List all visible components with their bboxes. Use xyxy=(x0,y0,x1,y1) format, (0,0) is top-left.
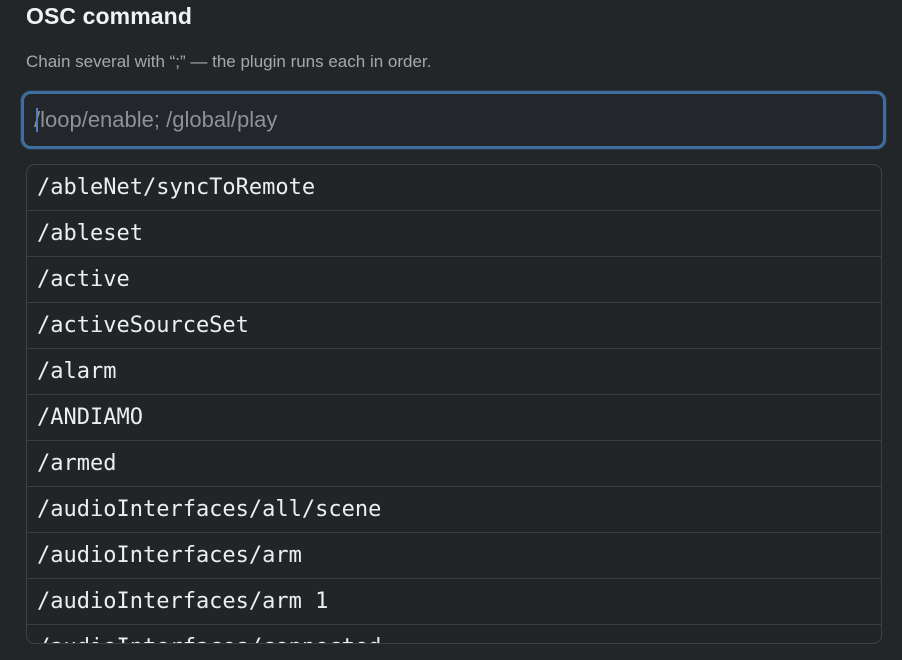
osc-suggestion-list[interactable]: /ableNet/syncToRemote /ableset /active /… xyxy=(26,164,882,644)
suggestion-item[interactable]: /ANDIAMO xyxy=(27,395,881,441)
suggestion-item[interactable]: /ableset xyxy=(27,211,881,257)
suggestion-item[interactable]: /armed xyxy=(27,441,881,487)
suggestion-item[interactable]: /audioInterfaces/arm xyxy=(27,533,881,579)
suggestion-item[interactable]: /ableNet/syncToRemote xyxy=(27,165,881,211)
section-hint: Chain several with “;” — the plugin runs… xyxy=(26,52,432,71)
suggestion-item[interactable]: /audioInterfaces/arm 1 xyxy=(27,579,881,625)
suggestion-item[interactable]: /activeSourceSet xyxy=(27,303,881,349)
suggestion-item[interactable]: /audioInterfaces/all/scene xyxy=(27,487,881,533)
suggestion-item[interactable]: /active xyxy=(27,257,881,303)
suggestion-item[interactable]: /alarm xyxy=(27,349,881,395)
suggestion-item[interactable]: /audioInterfaces/connected xyxy=(27,625,881,643)
osc-command-input[interactable] xyxy=(34,94,864,146)
osc-command-field[interactable] xyxy=(21,91,886,149)
text-caret xyxy=(36,108,38,132)
section-title: OSC command xyxy=(26,3,192,29)
